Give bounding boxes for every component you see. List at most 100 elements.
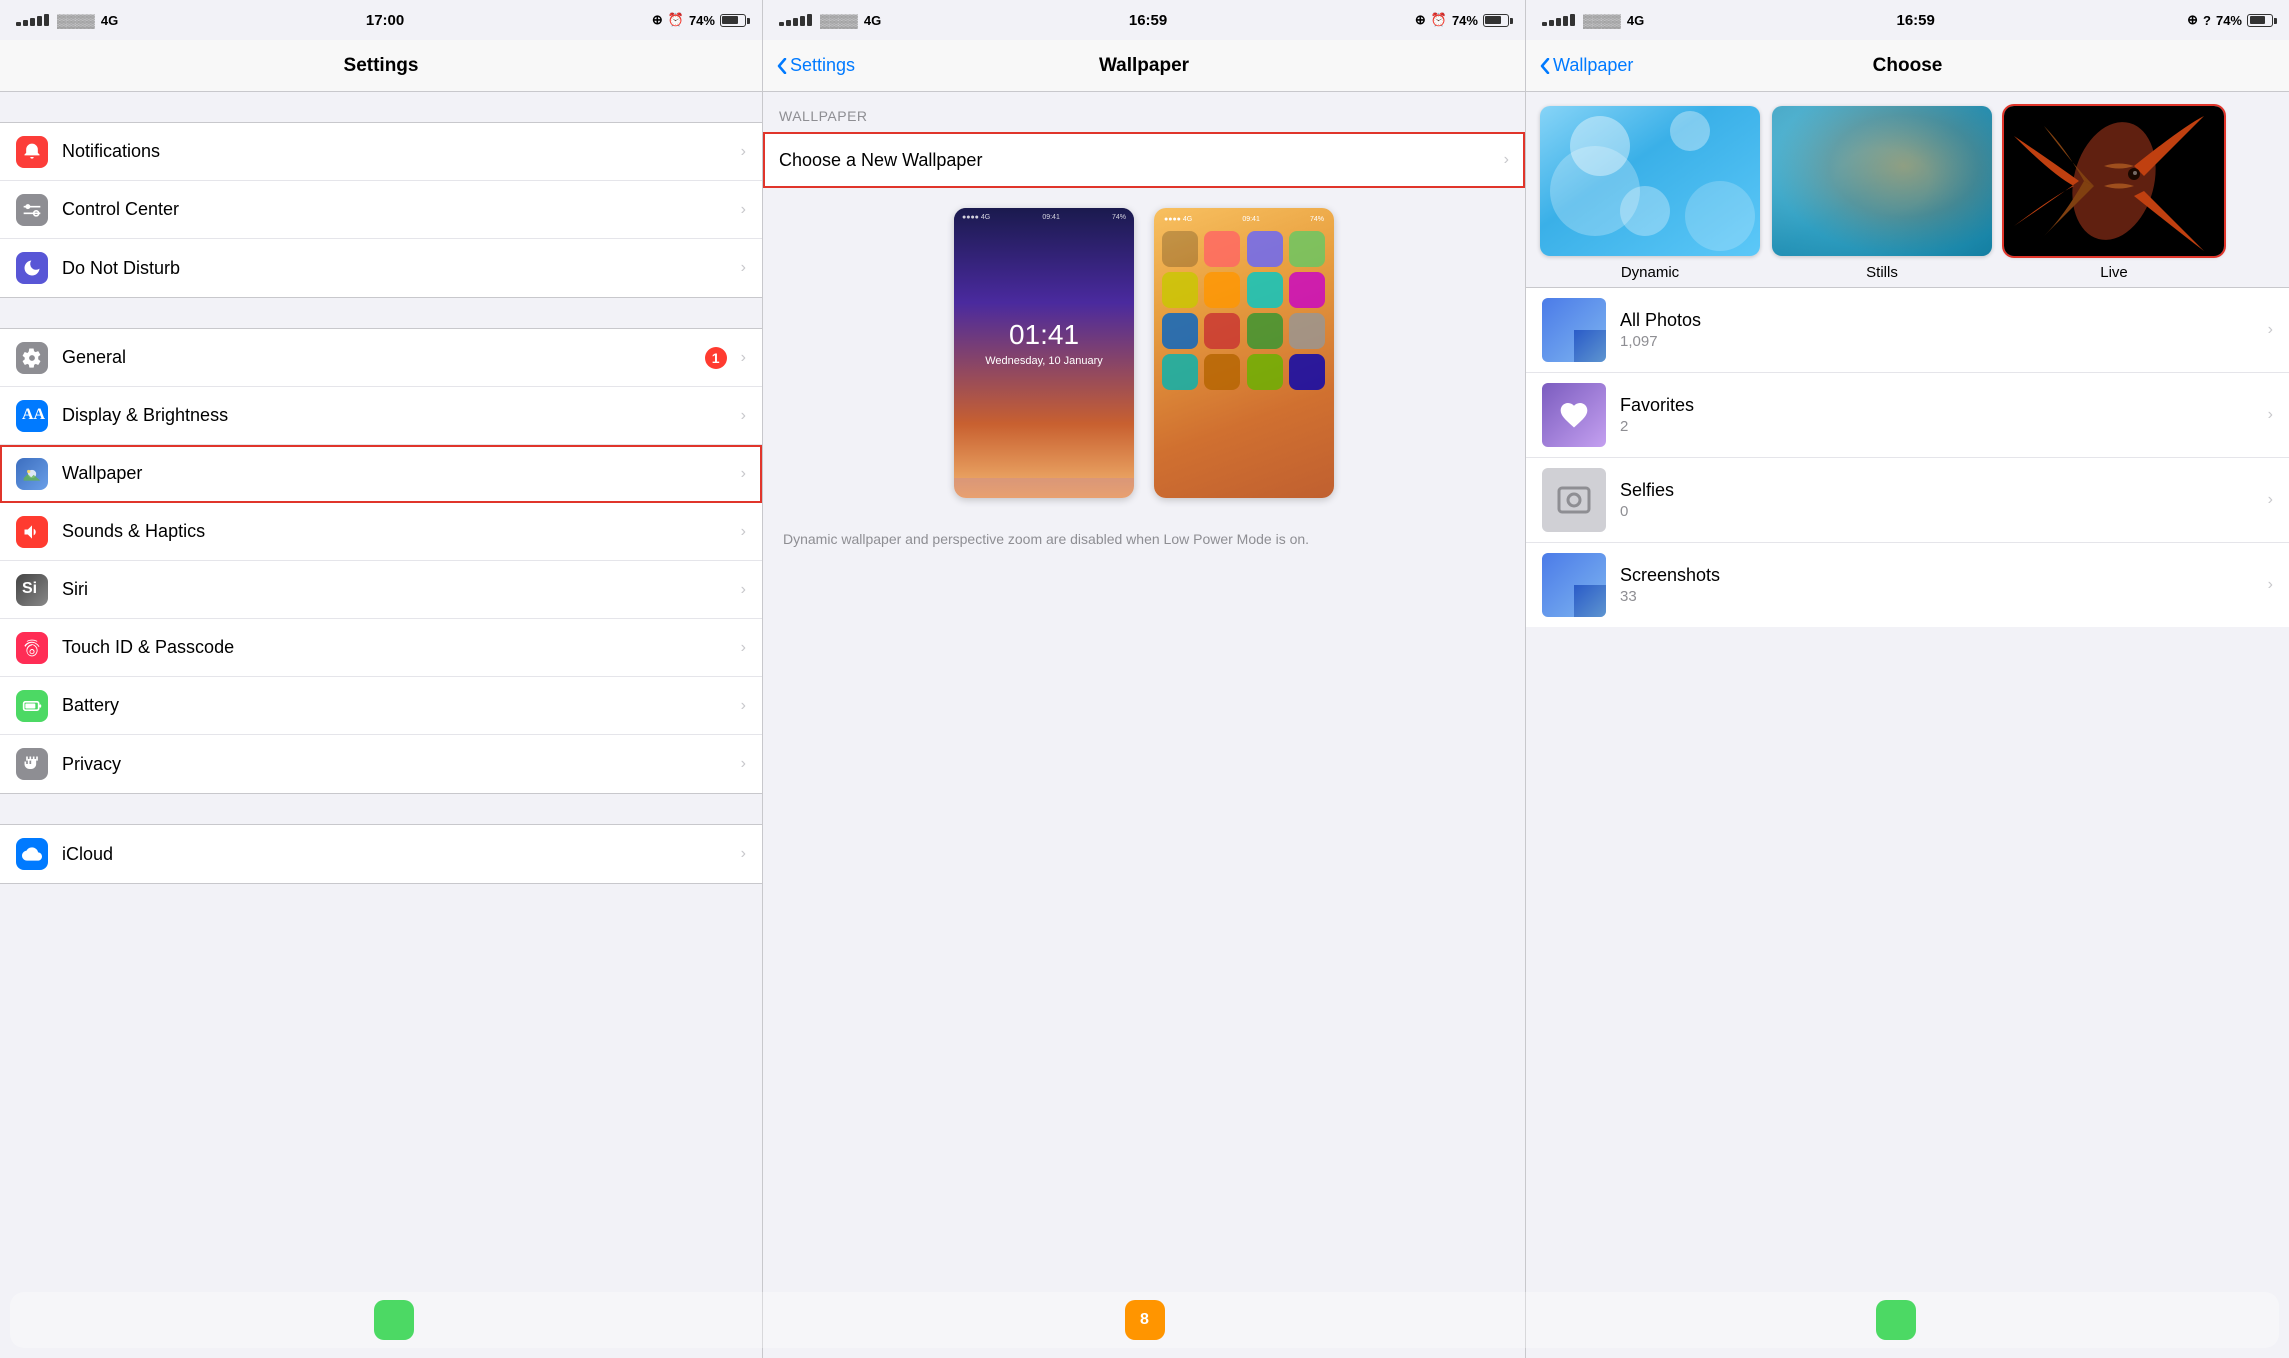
app-icon-12: [1289, 313, 1325, 349]
back-to-wallpaper[interactable]: Wallpaper: [1540, 55, 1633, 76]
back-label-settings: Settings: [790, 55, 855, 76]
wallpaper-label: Wallpaper: [62, 463, 735, 484]
back-to-settings[interactable]: Settings: [777, 55, 855, 76]
status-left-2: ▓▓▓▓ 4G: [779, 13, 881, 28]
sidebar-item-privacy[interactable]: Privacy ›: [0, 735, 762, 793]
chevron-selfies: ›: [2268, 491, 2273, 509]
screenshots-thumb: [1542, 553, 1606, 617]
sidebar-item-notifications[interactable]: Notifications ›: [0, 123, 762, 181]
sidebar-item-siri[interactable]: Si Siri ›: [0, 561, 762, 619]
album-all-photos[interactable]: All Photos 1,097 ›: [1526, 287, 2289, 373]
album-list: All Photos 1,097 › Favorites 2 ›: [1526, 287, 2289, 627]
section-general: General 1 › AA Display & Brightness ›: [0, 328, 762, 794]
nav-bar-choose: Wallpaper Choose: [1526, 40, 2289, 92]
selfie-icon: [1556, 482, 1592, 518]
favorites-thumb: [1542, 383, 1606, 447]
stills-label: Stills: [1866, 264, 1898, 281]
all-photos-info: All Photos 1,097: [1620, 310, 2262, 350]
chevron-siri: ›: [741, 581, 746, 599]
nav-bar-wallpaper: Settings Wallpaper: [763, 40, 1525, 92]
wallpaper-note: Dynamic wallpaper and perspective zoom a…: [763, 518, 1525, 562]
app-icon-13: [1162, 354, 1198, 390]
sidebar-item-do-not-disturb[interactable]: Do Not Disturb ›: [0, 239, 762, 297]
wallpaper-type-stills[interactable]: Stills: [1772, 106, 1992, 281]
chevron-control-center: ›: [741, 201, 746, 219]
battery-icon-1: [720, 14, 746, 27]
wallpaper-settings-panel: ▓▓▓▓ 4G 16:59 ⊕ ⏰ 74% Settings Wallpaper…: [763, 0, 1526, 1358]
section-icloud: iCloud ›: [0, 824, 762, 884]
fingerprint-svg: [22, 638, 42, 658]
spacer-3: [0, 794, 762, 824]
page-title-wallpaper: Wallpaper: [1099, 55, 1189, 77]
sounds-label: Sounds & Haptics: [62, 521, 735, 542]
sidebar-item-icloud[interactable]: iCloud ›: [0, 825, 762, 883]
location-icon-2: ⊕: [1415, 12, 1426, 28]
page-title-settings: Settings: [344, 55, 419, 77]
status-right-2: ⊕ ⏰ 74%: [1415, 12, 1509, 28]
sidebar-item-control-center[interactable]: Control Center ›: [0, 181, 762, 239]
chevron-all-photos: ›: [2268, 321, 2273, 339]
screenshots-count: 33: [1620, 588, 2262, 605]
all-photos-name: All Photos: [1620, 310, 2262, 331]
chevron-choose-wallpaper: ›: [1504, 151, 1509, 169]
toggle-svg: [22, 200, 42, 220]
sidebar-item-general[interactable]: General 1 ›: [0, 329, 762, 387]
back-chevron-icon: [777, 58, 787, 74]
sidebar-item-display-brightness[interactable]: AA Display & Brightness ›: [0, 387, 762, 445]
chevron-battery: ›: [741, 697, 746, 715]
sidebar-item-sounds-haptics[interactable]: Sounds & Haptics ›: [0, 503, 762, 561]
live-thumb: [2004, 106, 2224, 256]
alarm-icon-2: ⏰: [1431, 12, 1447, 28]
back-label-wallpaper: Wallpaper: [1553, 55, 1633, 76]
album-selfies[interactable]: Selfies 0 ›: [1526, 458, 2289, 543]
signal-1: [16, 14, 49, 26]
album-favorites[interactable]: Favorites 2 ›: [1526, 373, 2289, 458]
battery-fill-3: [2250, 16, 2266, 24]
bokeh-5: [1620, 186, 1670, 236]
sidebar-item-touch-id-passcode[interactable]: Touch ID & Passcode ›: [0, 619, 762, 677]
chevron-privacy: ›: [741, 755, 746, 773]
fish-svg: [2004, 106, 2224, 256]
home-screen-preview[interactable]: ●●●● 4G 09:41 74%: [1154, 208, 1334, 498]
wallpaper-type-live[interactable]: Live: [2004, 106, 2224, 281]
choose-new-wallpaper-row[interactable]: Choose a New Wallpaper ›: [763, 132, 1525, 188]
status-bar-1: ▓▓▓▓ 4G 17:00 ⊕ ⏰ 74%: [0, 0, 762, 40]
wallpaper-section-header: WALLPAPER: [763, 92, 1525, 132]
privacy-label: Privacy: [62, 754, 735, 775]
app-icon-11: [1247, 313, 1283, 349]
touch-id-label: Touch ID & Passcode: [62, 637, 735, 658]
battery-icon-3: [2247, 14, 2273, 27]
time-2: 16:59: [1129, 12, 1167, 29]
app-icon-3: [1247, 231, 1283, 267]
general-icon: [16, 342, 48, 374]
app-icon-2: [1204, 231, 1240, 267]
nav-bar-settings: Settings: [0, 40, 762, 92]
heart-icon: [1558, 399, 1590, 431]
carrier-2: ▓▓▓▓: [820, 13, 858, 28]
status-right-1: ⊕ ⏰ 74%: [652, 12, 746, 28]
status-right-3: ⊕ ? 74%: [2187, 12, 2273, 28]
lock-screen-preview[interactable]: ●●●● 4G 09:41 74% 01:41 Wednesday, 10 Ja…: [954, 208, 1134, 498]
app-icon-7: [1247, 272, 1283, 308]
live-label: Live: [2100, 264, 2128, 281]
wallpaper-type-dynamic[interactable]: Dynamic: [1540, 106, 1760, 281]
app-icon-4: [1289, 231, 1325, 267]
sidebar-item-battery[interactable]: Battery ›: [0, 677, 762, 735]
chevron-wallpaper: ›: [741, 465, 746, 483]
sounds-icon: [16, 516, 48, 548]
app-icon-6: [1204, 272, 1240, 308]
dynamic-label: Dynamic: [1621, 264, 1679, 281]
lock-date-text: Wednesday, 10 January: [985, 355, 1103, 367]
dnd-icon: [16, 252, 48, 284]
chevron-favorites: ›: [2268, 406, 2273, 424]
gear-svg: [22, 348, 42, 368]
album-screenshots[interactable]: Screenshots 33 ›: [1526, 543, 2289, 627]
siri-text: Si: [22, 580, 42, 600]
battery-fill-1: [722, 16, 738, 24]
touch-id-icon: [16, 632, 48, 664]
display-label: Display & Brightness: [62, 405, 735, 426]
app-icon-1: [1162, 231, 1198, 267]
control-center-label: Control Center: [62, 199, 735, 220]
sidebar-item-wallpaper[interactable]: Wallpaper ›: [0, 445, 762, 503]
aa-text: AA: [22, 406, 42, 426]
